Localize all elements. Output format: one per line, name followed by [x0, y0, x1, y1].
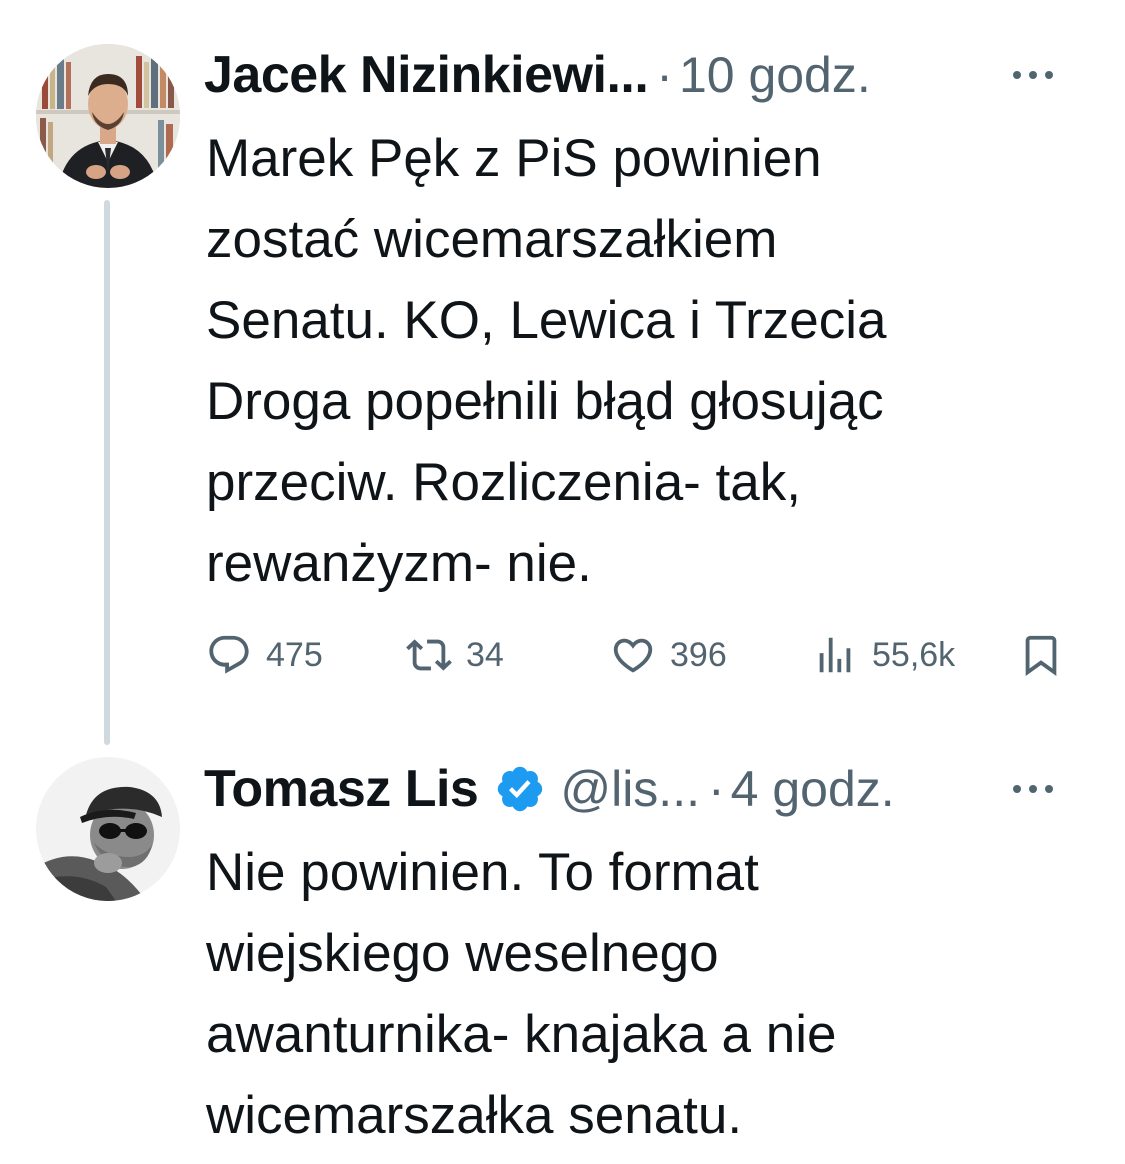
- retweet-arrows-icon: [406, 639, 452, 671]
- avatar-jacek[interactable]: [36, 44, 180, 188]
- retweet-count: 34: [466, 635, 504, 674]
- author-handle[interactable]: @lis...: [560, 760, 700, 818]
- bar-chart-icon: [819, 637, 851, 673]
- tweet-text-line: rewanżyzm- nie.: [206, 534, 592, 593]
- ellipsis-icon[interactable]: [1011, 69, 1055, 81]
- verified-badge-icon: [498, 766, 543, 812]
- like-count: 396: [670, 635, 727, 674]
- views-button[interactable]: 55,6k: [812, 625, 955, 685]
- tweet-jacek[interactable]: Jacek Nizinkiewi... · 10 godz. Marek Pęk…: [0, 0, 1125, 745]
- views-count: 55,6k: [872, 635, 956, 674]
- reply-button[interactable]: 475: [206, 625, 323, 685]
- tweet-text-line: Marek Pęk z PiS powinien: [206, 129, 822, 188]
- heart-icon: [613, 638, 653, 673]
- tweet-tomasz[interactable]: Tomasz Lis @lis... · 4 godz. Nie powinie…: [0, 740, 1125, 1164]
- tweet-text-line: wiejskiego weselnego: [206, 924, 719, 983]
- tweet-text-line: Nie powinien. To format: [206, 843, 759, 902]
- tweet-text-line: awanturnika- knajaka a nie: [206, 1005, 837, 1064]
- speech-bubble-icon: [209, 635, 249, 674]
- tweet-text-line: Droga popełnili błąd głosując: [206, 372, 884, 431]
- tweet-header: Tomasz Lis @lis... · 4 godz.: [204, 754, 1085, 824]
- ellipsis-icon[interactable]: [1011, 783, 1055, 795]
- bookmark-button[interactable]: [1018, 625, 1064, 685]
- tweet-text: Marek Pęk z PiS powinien zostać wicemars…: [206, 118, 1086, 604]
- separator-dot: ·: [656, 47, 673, 103]
- avatar-tomasz[interactable]: [36, 757, 180, 901]
- author-name[interactable]: Tomasz Lis: [204, 759, 479, 819]
- retweet-button[interactable]: 34: [406, 625, 504, 685]
- timestamp[interactable]: 4 godz.: [731, 760, 895, 818]
- tweet-text-line: Senatu. KO, Lewica i Trzecia: [206, 291, 887, 350]
- tweet-text-line: wicemarszałka senatu.: [206, 1086, 743, 1145]
- separator-dot: ·: [707, 761, 725, 817]
- tweet-text: Nie powinien. To format wiejskiego wesel…: [206, 832, 1086, 1156]
- reply-count: 475: [266, 635, 323, 674]
- tweet-text-line: zostać wicemarszałkiem: [206, 210, 778, 269]
- tweet-text-line: przeciw. Rozliczenia- tak,: [206, 453, 801, 512]
- like-button[interactable]: 396: [610, 625, 727, 685]
- timestamp[interactable]: 10 godz.: [679, 46, 871, 104]
- tweet-actions: 475 34 396 55,6k: [206, 625, 1076, 685]
- tweet-header: Jacek Nizinkiewi... · 10 godz.: [204, 40, 1085, 110]
- author-name[interactable]: Jacek Nizinkiewi...: [204, 45, 649, 105]
- bookmark-icon: [1025, 635, 1057, 676]
- thread-line: [104, 200, 110, 745]
